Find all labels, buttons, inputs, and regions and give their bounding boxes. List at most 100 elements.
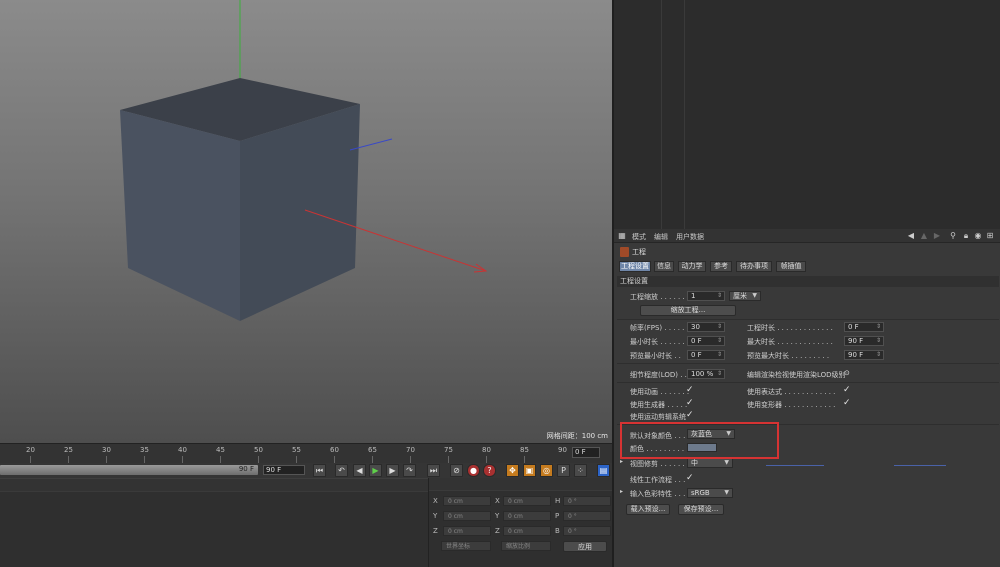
project-duration-field[interactable]: 0 F ⇕ — [844, 322, 884, 332]
preview-max-label: 预览最大时长 . . . . . . . . . — [747, 352, 830, 360]
param-key-icon[interactable]: P — [557, 464, 570, 477]
spinner-icon[interactable]: ⇕ — [876, 337, 881, 345]
lod-render-toggle-icon[interactable]: ⊙ — [844, 369, 853, 378]
tick-mark — [372, 456, 373, 463]
expand-arrow-icon[interactable]: ▸ — [620, 458, 623, 465]
go-to-end-icon[interactable]: ⏭ — [427, 464, 440, 477]
record-icon[interactable]: ● — [467, 464, 480, 477]
expand-arrow-icon[interactable]: ▸ — [620, 488, 623, 495]
range-line — [766, 465, 824, 466]
axis-label: P — [555, 512, 560, 520]
tab-info[interactable]: 信息 — [654, 261, 674, 272]
next-frame-icon[interactable]: ▶ — [386, 464, 399, 477]
cube-left-face — [120, 110, 240, 321]
use-generators-checkbox[interactable]: ✓ — [686, 399, 695, 408]
timeline-ruler[interactable]: 20 25 30 35 40 45 50 55 60 65 70 75 80 8… — [0, 443, 612, 463]
tab-project-settings[interactable]: 工程设置 — [619, 261, 651, 272]
tick-mark — [30, 456, 31, 463]
3d-viewport[interactable]: 网格间距：100 cm — [0, 0, 612, 443]
max-time-field[interactable]: 90 F ⇕ — [844, 336, 884, 346]
tick-mark — [410, 456, 411, 463]
new-panel-icon[interactable]: ⊞ — [985, 231, 995, 241]
save-preset-button[interactable]: 保存预设... — [678, 504, 724, 515]
position-x-field[interactable]: 0 cm — [443, 496, 491, 506]
apply-button[interactable]: 应用 — [563, 541, 607, 552]
project-scale-field[interactable]: 1 ⇕ — [687, 291, 725, 301]
use-motion-system-checkbox[interactable]: ✓ — [686, 411, 695, 420]
prev-key-icon[interactable]: ↶ — [335, 464, 348, 477]
menu-user-data[interactable]: 用户数据 — [676, 232, 704, 242]
object-manager[interactable] — [612, 0, 1000, 229]
lod-render-label: 编辑渲染检视使用渲染LOD级别 — [747, 371, 846, 379]
prev-frame-icon[interactable]: ◀ — [353, 464, 366, 477]
spinner-icon[interactable]: ⇕ — [717, 323, 722, 331]
load-preset-button[interactable]: 载入预设... — [626, 504, 670, 515]
tab-reference[interactable]: 参考 — [710, 261, 732, 272]
search-icon[interactable]: ⚲ — [948, 231, 958, 241]
film-icon[interactable]: ▤ — [597, 464, 610, 477]
use-animation-checkbox[interactable]: ✓ — [686, 386, 695, 395]
axis-label: X — [433, 497, 438, 505]
tab-key-interpolation[interactable]: 帧插值 — [776, 261, 806, 272]
next-key-icon[interactable]: ↷ — [403, 464, 416, 477]
play-icon[interactable]: ▶ — [369, 464, 382, 477]
position-y-field[interactable]: 0 cm — [443, 511, 491, 521]
scale-z-field[interactable]: 0 cm — [503, 526, 551, 536]
use-deformers-checkbox[interactable]: ✓ — [843, 399, 852, 408]
grid-icon[interactable]: ▦ — [617, 231, 627, 241]
rotation-b-field[interactable]: 0 ° — [563, 526, 611, 536]
fps-field[interactable]: 30 ⇕ — [687, 322, 725, 332]
axis-label: Z — [495, 527, 500, 535]
scale-y-field[interactable]: 0 cm — [503, 511, 551, 521]
spinner-icon[interactable]: ⇕ — [717, 337, 722, 345]
scale-key-icon[interactable]: ▣ — [523, 464, 536, 477]
linear-workflow-checkbox[interactable]: ✓ — [686, 474, 695, 483]
tab-dynamics[interactable]: 动力学 — [678, 261, 706, 272]
attribute-title: 工程 — [620, 247, 646, 259]
preview-range-slider[interactable]: 90 F — [0, 465, 258, 475]
project-scale-unit-select[interactable]: 厘米 ▼ — [729, 291, 761, 301]
material-manager[interactable] — [0, 478, 428, 567]
column-divider — [661, 0, 662, 229]
spinner-icon[interactable]: ⇕ — [876, 323, 881, 331]
rotate-key-icon[interactable]: ◎ — [540, 464, 553, 477]
current-frame-indicator[interactable]: 0 F — [572, 447, 600, 458]
end-frame-field[interactable]: 90 F — [263, 465, 305, 475]
lock-icon[interactable]: 🔒︎ — [961, 231, 971, 241]
move-key-icon[interactable]: ✥ — [506, 464, 519, 477]
auto-key-icon[interactable]: ? — [483, 464, 496, 477]
use-expressions-checkbox[interactable]: ✓ — [843, 386, 852, 395]
lod-field[interactable]: 100 % ⇕ — [687, 369, 725, 379]
target-icon[interactable]: ◉ — [973, 231, 983, 241]
spinner-icon[interactable]: ⇕ — [876, 351, 881, 359]
record-disabled-icon[interactable]: ⊘ — [450, 464, 463, 477]
back-arrow-icon[interactable]: ◀ — [906, 231, 916, 241]
menu-mode[interactable]: 模式 — [632, 232, 646, 242]
scale-project-button[interactable]: 缩放工程... — [640, 305, 736, 316]
project-scale-value: 1 — [691, 292, 696, 300]
spinner-icon[interactable]: ⇕ — [717, 370, 722, 378]
rotation-p-field[interactable]: 0 ° — [563, 511, 611, 521]
use-generators-label: 使用生成器 . . . . . — [630, 401, 688, 409]
up-arrow-icon[interactable]: ▲ — [919, 231, 929, 241]
column-divider — [684, 0, 685, 229]
menu-edit[interactable]: 编辑 — [654, 232, 668, 242]
preview-min-field[interactable]: 0 F ⇕ — [687, 350, 725, 360]
point-key-icon[interactable]: ⁘ — [574, 464, 587, 477]
spinner-icon[interactable]: ⇕ — [717, 351, 722, 359]
spinner-icon[interactable]: ⇕ — [717, 292, 722, 300]
go-to-start-icon[interactable]: ⏮ — [313, 464, 326, 477]
rotation-h-field[interactable]: 0 ° — [563, 496, 611, 506]
scale-x-field[interactable]: 0 cm — [503, 496, 551, 506]
position-z-field[interactable]: 0 cm — [443, 526, 491, 536]
size-mode-select[interactable]: 缩放比例 — [501, 541, 551, 551]
coordinate-mode-select[interactable]: 世界坐标 — [441, 541, 491, 551]
preview-max-field[interactable]: 90 F ⇕ — [844, 350, 884, 360]
tab-todo[interactable]: 待办事项 — [736, 261, 772, 272]
tick-mark — [258, 456, 259, 463]
view-clipping-select[interactable]: 中 ▼ — [687, 458, 733, 468]
view-clipping-label: 视图修剪 . . . . . . . — [630, 460, 690, 468]
forward-arrow-icon[interactable]: ▶ — [932, 231, 942, 241]
min-time-field[interactable]: 0 F ⇕ — [687, 336, 725, 346]
input-color-profile-select[interactable]: sRGB ▼ — [687, 488, 733, 498]
